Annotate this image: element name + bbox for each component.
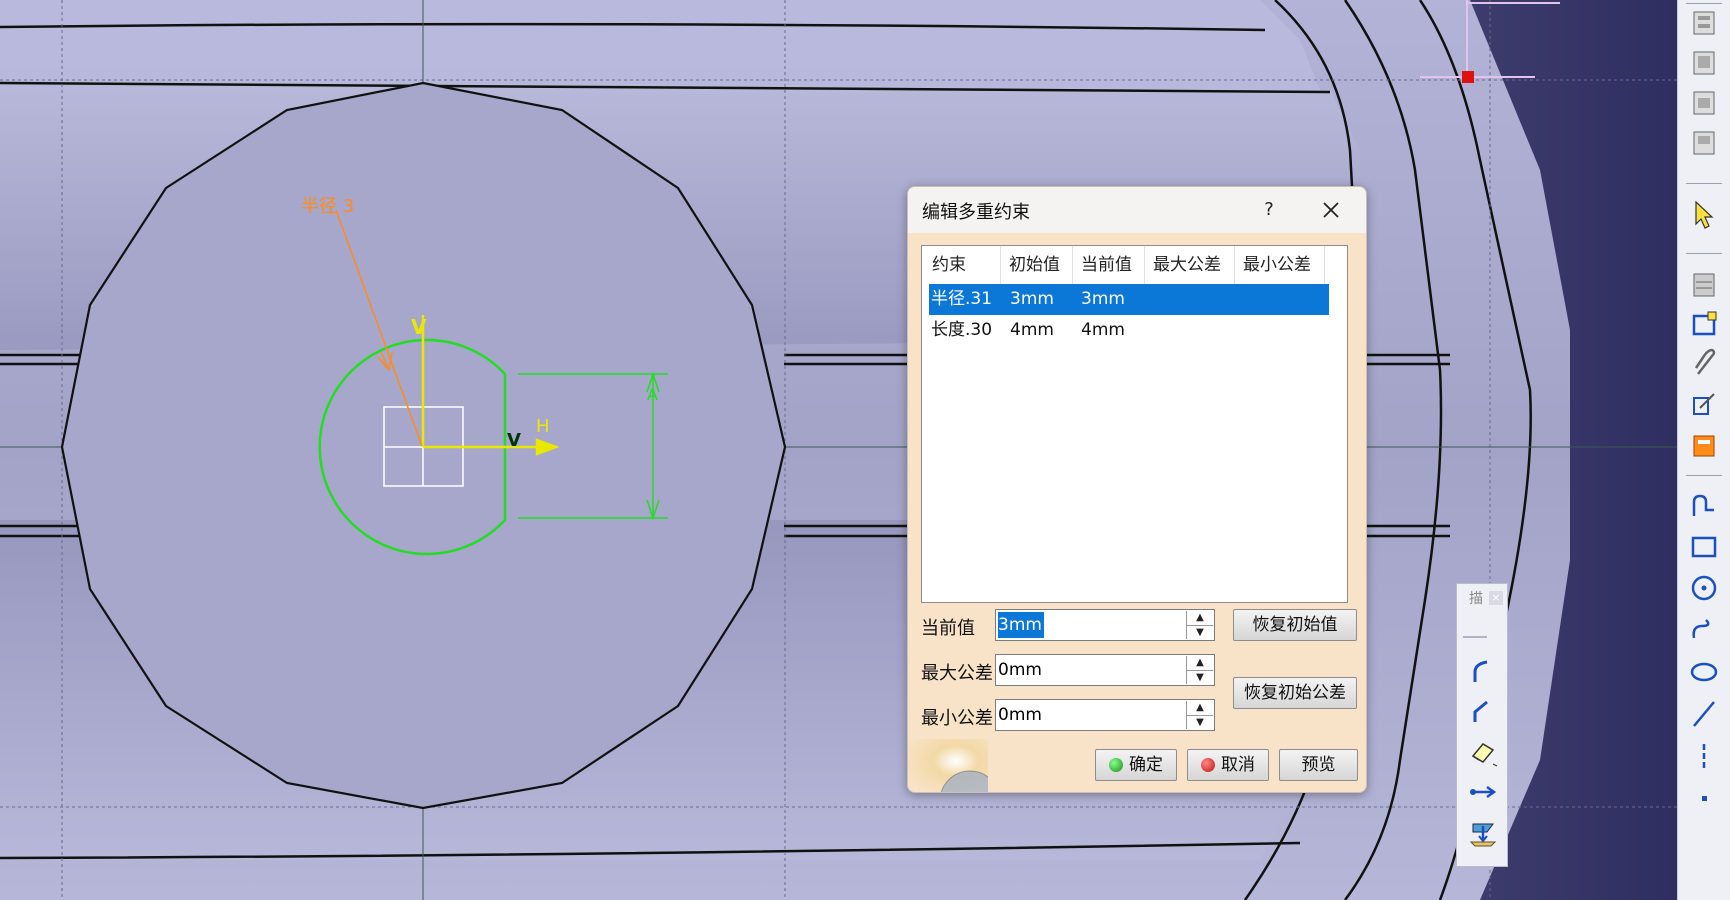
table-row[interactable]: 长度.30 4mm 4mm (929, 315, 1329, 346)
v-axis-label: V (411, 315, 427, 339)
corner-icon[interactable] (1467, 656, 1499, 688)
close-button[interactable] (1316, 196, 1346, 224)
right-toolbar (1677, 0, 1730, 900)
preview-button[interactable]: 预览 (1279, 749, 1358, 781)
min-tolerance-spinner[interactable]: ▲ ▼ (1186, 701, 1213, 729)
help-button[interactable]: ? (1254, 196, 1284, 224)
current-value-field[interactable]: ▲▼ (995, 609, 1215, 641)
toolbar-separator (1686, 475, 1722, 476)
translate-icon[interactable] (1467, 776, 1499, 808)
frame-icon[interactable] (1688, 308, 1720, 340)
max-tolerance-spinner[interactable]: ▲ ▼ (1186, 656, 1213, 684)
select-arrow-icon[interactable] (1688, 198, 1720, 230)
column-header-current[interactable]: 当前值 (1073, 246, 1145, 284)
cancel-button[interactable]: 取消 (1187, 749, 1269, 781)
restore-initial-tolerance-button[interactable]: 恢复初始公差 (1233, 677, 1357, 709)
current-value-spinner[interactable]: ▲ ▼ (1186, 611, 1213, 639)
spline-icon[interactable] (1688, 614, 1720, 646)
floating-toolbar[interactable]: 描 × (1456, 583, 1508, 867)
globe-logo (908, 739, 1000, 792)
upper-surface (0, 0, 1320, 90)
constraints-table[interactable]: 约束 初始值 当前值 最大公差 最小公差 半径.31 3mm 3mm 长度.30… (921, 245, 1348, 603)
chamfer-icon[interactable] (1467, 696, 1499, 728)
floating-toolbar-divider (1463, 636, 1487, 638)
dimension-arrow-label: A (647, 385, 658, 404)
toolbar-separator (1686, 253, 1722, 254)
min-tolerance-field[interactable]: ▲▼ (995, 699, 1215, 731)
h-axis-label: H (536, 416, 550, 437)
table-row[interactable]: 半径.31 3mm 3mm (929, 284, 1329, 315)
floating-toolbar-title: 描 (1469, 591, 1483, 607)
restore-initial-value-button[interactable]: 恢复初始值 (1233, 609, 1357, 641)
radius-label[interactable]: 半径 3 (301, 196, 354, 217)
close-icon (1323, 202, 1339, 218)
view-icon-3[interactable] (1688, 86, 1720, 118)
cancel-icon (1201, 758, 1215, 772)
max-tolerance-input[interactable] (998, 657, 1178, 683)
profile-icon[interactable] (1688, 490, 1720, 522)
initial-value: 3mm (1010, 289, 1054, 309)
constraint-name: 半径.31 (931, 289, 993, 309)
project-3d-elements-icon[interactable] (1467, 816, 1499, 848)
dialog-titlebar[interactable]: 编辑多重约束 ? (908, 187, 1366, 233)
rectangle-icon[interactable] (1688, 530, 1720, 562)
view-icon-1[interactable] (1688, 6, 1720, 38)
sketch-viewport[interactable]: A V H V 半径 3 (0, 0, 1677, 900)
construction-icon[interactable] (1688, 428, 1720, 460)
ellipse-icon[interactable] (1688, 656, 1720, 688)
toolbar-separator (1686, 3, 1722, 4)
clip-icon[interactable] (1688, 348, 1720, 380)
current-value: 4mm (1081, 320, 1125, 340)
transform-icon[interactable] (1688, 388, 1720, 420)
point-icon[interactable] (1688, 782, 1720, 814)
current-value-label: 当前值 (921, 618, 975, 639)
circle-icon[interactable] (1688, 572, 1720, 604)
max-tolerance-field[interactable]: ▲▼ (995, 654, 1215, 686)
floating-toolbar-close-button[interactable]: × (1489, 591, 1503, 605)
constraint-name: 长度.30 (931, 320, 993, 340)
min-tolerance-input[interactable] (998, 702, 1178, 728)
column-header-initial[interactable]: 初始值 (1001, 246, 1073, 284)
v-constraint-label: V (507, 430, 521, 451)
cancel-label: 取消 (1221, 755, 1255, 775)
ok-icon (1109, 758, 1123, 772)
edit-multiple-constraints-dialog: 编辑多重约束 ? 约束 初始值 当前值 最大公差 最小公差 半径.31 3mm … (907, 186, 1367, 793)
ok-button[interactable]: 确定 (1095, 749, 1177, 781)
current-value: 3mm (1081, 289, 1125, 309)
column-header-constraint[interactable]: 约束 (922, 246, 1001, 284)
axis-icon[interactable] (1688, 740, 1720, 772)
ok-label: 确定 (1129, 755, 1163, 775)
view-icon-2[interactable] (1688, 46, 1720, 78)
line-icon[interactable] (1688, 698, 1720, 730)
column-header-min-tolerance[interactable]: 最小公差 (1235, 246, 1325, 284)
min-tolerance-label: 最小公差 (921, 708, 993, 729)
max-tolerance-label: 最大公差 (921, 663, 993, 684)
eraser-icon[interactable] (1467, 736, 1499, 768)
current-value-input[interactable] (998, 612, 1044, 638)
column-header-max-tolerance[interactable]: 最大公差 (1145, 246, 1235, 284)
dialog-title: 编辑多重约束 (922, 202, 1030, 223)
view-icon-4[interactable] (1688, 126, 1720, 158)
toolbar-separator (1686, 183, 1722, 184)
sketch-layout-icon[interactable] (1688, 268, 1720, 300)
initial-value: 4mm (1010, 320, 1054, 340)
